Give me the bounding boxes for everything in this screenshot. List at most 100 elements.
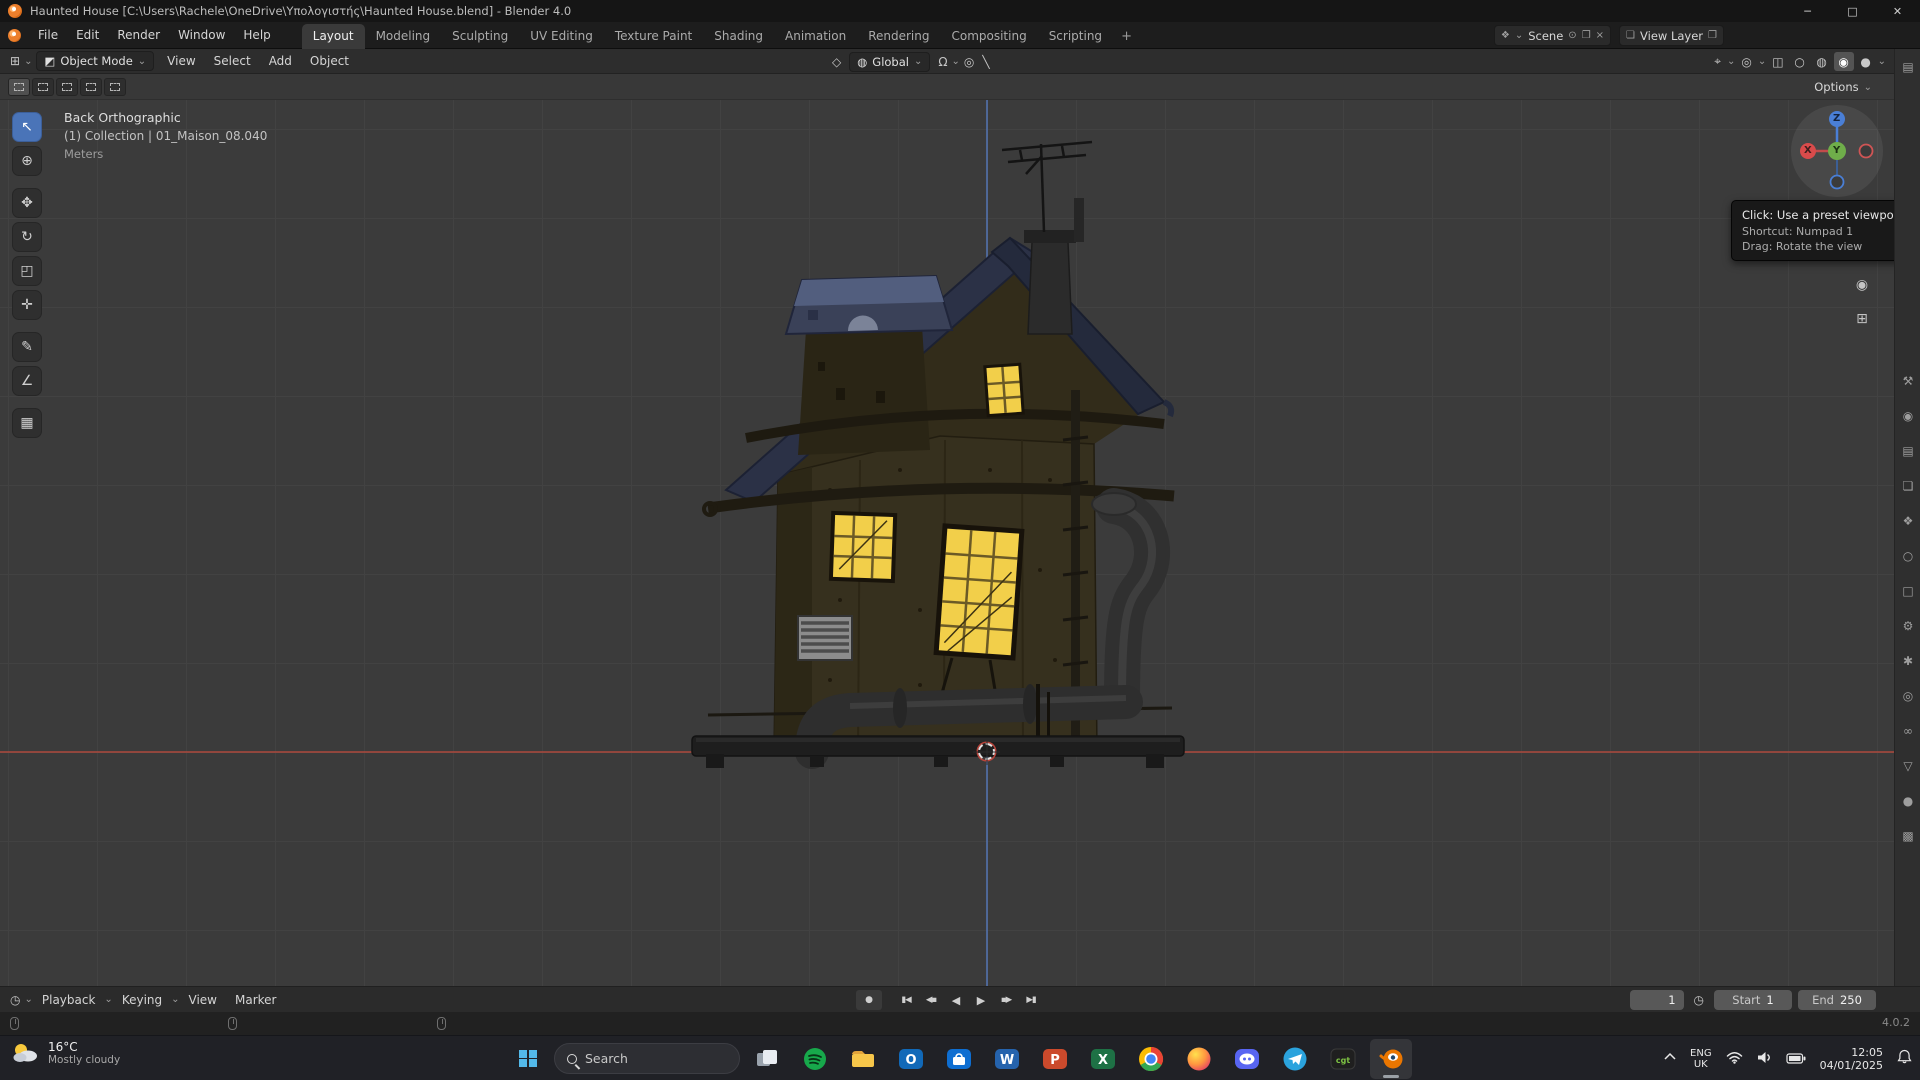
current-frame-field[interactable]: 1 — [1629, 990, 1684, 1010]
shading-rendered-icon[interactable]: ● — [1856, 52, 1876, 71]
shading-material-icon[interactable]: ◉ — [1833, 52, 1854, 71]
tool-move[interactable]: ✥ — [12, 188, 42, 218]
falloff-icon[interactable]: ╲ — [978, 55, 993, 69]
tab-layout[interactable]: Layout — [301, 23, 365, 49]
orientation-dropdown[interactable]: ◍ Global ⌄ — [849, 51, 931, 72]
menu-object[interactable]: Object — [301, 48, 358, 74]
menu-keying[interactable]: Keying — [113, 987, 171, 1013]
jump-to-end-button[interactable]: ▶▮ — [1020, 990, 1042, 1010]
tray-expand-icon[interactable] — [1664, 1052, 1676, 1065]
use-preview-range-icon[interactable]: ◷ — [1690, 993, 1708, 1007]
shading-solid-icon[interactable]: ◍ — [1812, 52, 1832, 71]
excel-icon[interactable]: X — [1082, 1039, 1124, 1079]
options-dropdown[interactable]: Options ⌄ — [1806, 77, 1880, 97]
select-mode-intersect[interactable] — [104, 78, 126, 96]
tab-shading[interactable]: Shading — [703, 24, 774, 49]
menu-help[interactable]: Help — [234, 22, 279, 48]
menu-marker[interactable]: Marker — [226, 987, 285, 1013]
wifi-icon[interactable] — [1726, 1049, 1743, 1068]
proportional-edit-icon[interactable]: ◎ — [960, 55, 978, 69]
frame-end-field[interactable]: End 250 — [1798, 990, 1876, 1010]
scene-selector[interactable]: ❖ ⌄ Scene ⊙ ❐ × — [1493, 25, 1612, 46]
blender-menu-icon[interactable] — [8, 28, 21, 42]
menu-file[interactable]: File — [29, 22, 67, 48]
copy-icon[interactable]: ❐ — [1582, 30, 1591, 41]
overlays-icon[interactable]: ◎ — [1737, 55, 1755, 69]
close-icon[interactable]: × — [1596, 30, 1604, 41]
prev-keyframe-button[interactable]: ◀▪ — [920, 990, 942, 1010]
navigation-gizmo[interactable]: X Z Y — [1791, 105, 1883, 197]
tab-modeling[interactable]: Modeling — [365, 24, 442, 49]
telegram-icon[interactable] — [1274, 1039, 1316, 1079]
store-icon[interactable] — [938, 1039, 980, 1079]
volume-icon[interactable] — [1757, 1049, 1772, 1068]
language-switcher[interactable]: ENG UK — [1690, 1048, 1712, 1070]
tab-material[interactable]: ● — [1895, 789, 1920, 813]
menu-add[interactable]: Add — [260, 48, 301, 74]
maximize-button[interactable]: □ — [1830, 0, 1875, 22]
pin-icon[interactable]: ⊙ — [1568, 30, 1576, 41]
camera-view-icon[interactable]: ◉ — [1849, 272, 1875, 298]
tab-scene[interactable]: ❖ — [1895, 509, 1920, 533]
tab-constraints[interactable]: ∞ — [1895, 719, 1920, 743]
snap-magnet-icon[interactable]: Ω — [934, 55, 951, 69]
menu-render[interactable]: Render — [108, 22, 169, 48]
discord-icon[interactable] — [1226, 1039, 1268, 1079]
frame-start-field[interactable]: Start 1 — [1714, 990, 1792, 1010]
show-gizmo-icon[interactable]: ⌖ — [1710, 54, 1725, 69]
transform-pivot-icon[interactable]: ◇ — [828, 55, 845, 69]
file-explorer-icon[interactable] — [842, 1039, 884, 1079]
spotify-icon[interactable] — [794, 1039, 836, 1079]
tab-render[interactable]: ◉ — [1895, 404, 1920, 428]
menu-edit[interactable]: Edit — [67, 22, 108, 48]
tool-select-box[interactable]: ↖ — [12, 112, 42, 142]
tab-world[interactable]: ○ — [1895, 544, 1920, 568]
outlook-icon[interactable]: O — [890, 1039, 932, 1079]
tool-add-cube[interactable]: ▦ — [12, 408, 42, 438]
tool-measure[interactable]: ∠ — [12, 366, 42, 396]
menu-view[interactable]: View — [158, 48, 204, 74]
view-layer-selector[interactable]: ❏ View Layer ❐ — [1619, 25, 1724, 46]
menu-view-timeline[interactable]: View — [180, 987, 226, 1013]
tab-object[interactable]: □ — [1895, 579, 1920, 603]
start-button[interactable] — [508, 1039, 548, 1079]
select-mode-invert[interactable] — [80, 78, 102, 96]
minimize-button[interactable]: ─ — [1785, 0, 1830, 22]
tool-transform[interactable]: ✛ — [12, 290, 42, 320]
tab-view-layer[interactable]: ❏ — [1895, 474, 1920, 498]
powerpoint-icon[interactable]: P — [1034, 1039, 1076, 1079]
tab-texture-paint[interactable]: Texture Paint — [604, 24, 703, 49]
shading-wireframe-icon[interactable]: ○ — [1790, 52, 1810, 71]
tab-modifiers[interactable]: ⚙ — [1895, 614, 1920, 638]
mode-dropdown[interactable]: ◩ Object Mode ⌄ — [36, 51, 155, 71]
tab-object-data[interactable]: ▽ — [1895, 754, 1920, 778]
chrome-icon[interactable] — [1130, 1039, 1172, 1079]
tab-output[interactable]: ▤ — [1895, 439, 1920, 463]
tab-physics[interactable]: ◎ — [1895, 684, 1920, 708]
menu-window[interactable]: Window — [169, 22, 234, 48]
select-mode-set[interactable] — [8, 78, 30, 96]
notification-bell-icon[interactable] — [1897, 1049, 1912, 1068]
tab-scripting[interactable]: Scripting — [1038, 24, 1113, 49]
copy-icon[interactable]: ❐ — [1708, 30, 1717, 41]
cgtrader-icon[interactable]: cgt — [1322, 1039, 1364, 1079]
search-input[interactable]: Search — [554, 1043, 740, 1074]
battery-icon[interactable] — [1785, 1049, 1806, 1068]
tab-particles[interactable]: ✱ — [1895, 649, 1920, 673]
select-mode-extend[interactable] — [32, 78, 54, 96]
select-mode-subtract[interactable] — [56, 78, 78, 96]
viewport-canvas[interactable]: Back Orthographic (1) Collection | 01_Ma… — [0, 100, 1894, 986]
tab-compositing[interactable]: Compositing — [940, 24, 1037, 49]
tool-scale[interactable]: ◰ — [12, 256, 42, 286]
haunted-house-model[interactable] — [690, 140, 1190, 780]
clock-widget[interactable]: 12:05 04/01/2025 — [1820, 1046, 1883, 1072]
tool-rotate[interactable]: ↻ — [12, 222, 42, 252]
toggle-ortho-icon[interactable]: ⊞ — [1849, 306, 1875, 332]
play-reverse-button[interactable]: ◀ — [945, 990, 967, 1010]
next-keyframe-button[interactable]: ▪▶ — [995, 990, 1017, 1010]
jump-to-start-button[interactable]: ▮◀ — [895, 990, 917, 1010]
tab-texture[interactable]: ▩ — [1895, 824, 1920, 848]
properties-editor-icon[interactable]: ▤ — [1895, 55, 1920, 79]
play-button[interactable]: ▶ — [970, 990, 992, 1010]
close-button[interactable]: ✕ — [1875, 0, 1920, 22]
